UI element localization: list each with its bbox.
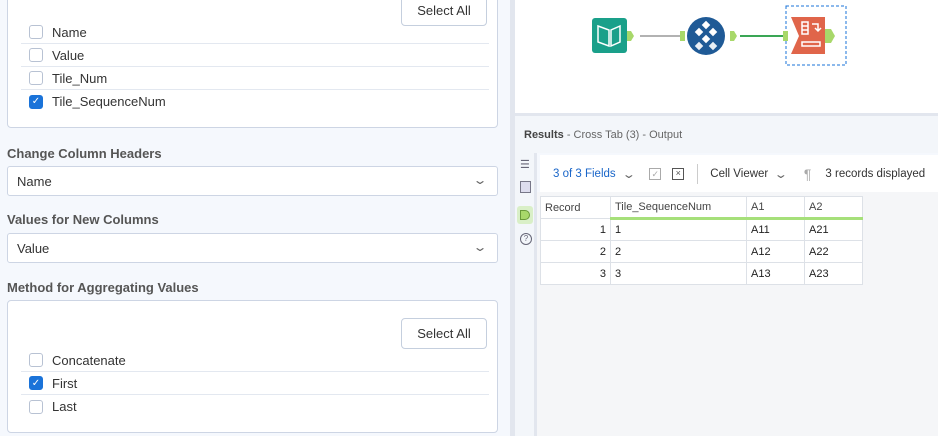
chevron-down-icon: ⌄	[472, 173, 488, 187]
results-sidebar: ☰ ?	[515, 153, 537, 436]
record-number[interactable]: 3	[540, 262, 611, 285]
input-tool-icon[interactable]	[592, 18, 634, 53]
toolbar-divider	[697, 163, 699, 184]
checkbox[interactable]	[29, 353, 43, 367]
results-subtitle: - Cross Tab (3) - Output	[566, 129, 683, 141]
checkbox-list-item[interactable]: ✓ First	[21, 372, 489, 395]
checkbox-label: Tile_SequenceNum	[52, 94, 166, 109]
method-card: Select All Concatenate ✓ First Last	[7, 300, 498, 433]
checkbox[interactable]: ✓	[29, 94, 43, 109]
pilcrow-icon[interactable]: ¶	[804, 166, 812, 182]
table-cell[interactable]: A12	[746, 240, 805, 263]
table-cell[interactable]: A13	[746, 262, 805, 285]
results-toolbar: 3 of 3 Fields ⌄ ✓ × Cell Viewer ⌄ ¶ 3 re…	[540, 155, 938, 192]
configuration-panel: Select All Name Value Tile_Num ✓ Tile_Sequen…	[0, 0, 510, 436]
method-select-all-button[interactable]: Select All	[401, 318, 487, 349]
dropdown-value: Name	[17, 173, 52, 189]
table-cell[interactable]: 2	[610, 240, 747, 263]
results-table: Record Tile_SequenceNum A1 A2 1 1 A11 A21 2 2…	[540, 196, 863, 285]
table-cell[interactable]: A21	[804, 218, 863, 241]
column-header[interactable]: Tile_SequenceNum	[610, 196, 747, 220]
workflow-diagram	[592, 5, 847, 66]
checkbox-list-item[interactable]: Concatenate	[21, 349, 489, 372]
check-icon[interactable]: ✓	[649, 167, 662, 180]
clear-icon[interactable]: ×	[672, 167, 685, 180]
checkbox-list-item[interactable]: Tile_Num	[21, 67, 489, 90]
checkbox-list-item[interactable]: Value	[21, 44, 489, 67]
checkbox[interactable]	[29, 71, 43, 85]
fields-selector[interactable]: 3 of 3 Fields	[553, 168, 616, 180]
cell-viewer-button[interactable]: Cell Viewer	[710, 168, 768, 180]
checkbox-list-item[interactable]: ✓ Tile_SequenceNum	[21, 90, 489, 113]
checkbox-label: Value	[52, 47, 85, 63]
list-icon[interactable]: ☰	[520, 158, 530, 171]
records-count: 3 records displayed	[825, 167, 926, 180]
dropdown-value: Value	[17, 240, 50, 256]
tile-tool-icon[interactable]	[680, 17, 737, 55]
method-label: Method for Aggregating Values	[7, 280, 199, 295]
table-cell[interactable]: A22	[804, 240, 863, 263]
table-row: 1 1 A11 A21	[540, 218, 863, 241]
chevron-down-icon[interactable]: ⌄	[774, 167, 788, 181]
table-cell[interactable]: 3	[610, 262, 747, 285]
change-headers-dropdown[interactable]: Name ⌄	[7, 166, 498, 196]
checkbox-label: Concatenate	[52, 352, 126, 368]
message-icon[interactable]	[520, 181, 531, 193]
values-new-columns-dropdown[interactable]: Value ⌄	[7, 233, 498, 263]
record-number[interactable]: 1	[540, 218, 611, 241]
record-number[interactable]: 2	[540, 240, 611, 263]
checkbox-label: Name	[52, 24, 87, 40]
help-icon[interactable]: ?	[520, 233, 532, 245]
chevron-down-icon: ⌄	[472, 240, 488, 254]
table-cell[interactable]: 1	[610, 218, 747, 241]
results-title: Results	[524, 129, 564, 141]
cross-tab-tool-icon[interactable]	[783, 5, 847, 66]
column-header[interactable]: Record	[540, 196, 611, 219]
table-cell[interactable]: A23	[804, 262, 863, 285]
values-new-columns-label: Values for New Columns	[7, 212, 159, 227]
group-by-fields-card: Select All Name Value Tile_Num ✓ Tile_Sequen…	[7, 0, 498, 128]
output-anchor-icon[interactable]	[517, 206, 533, 224]
table-row: 2 2 A12 A22	[540, 240, 863, 263]
checkbox[interactable]	[29, 25, 43, 39]
checkbox[interactable]	[29, 48, 43, 62]
checkbox-list-item[interactable]: Last	[21, 395, 489, 418]
column-header[interactable]: A1	[746, 196, 805, 220]
chevron-down-icon[interactable]: ⌄	[621, 167, 635, 181]
checkbox-label: First	[52, 375, 78, 391]
table-cell[interactable]: A11	[746, 218, 805, 241]
column-header[interactable]: A2	[804, 196, 863, 220]
results-header: Results - Cross Tab (3) - Output	[515, 113, 938, 153]
workflow-canvas[interactable]	[515, 0, 938, 113]
checkbox-list-item[interactable]: Name	[21, 21, 489, 44]
table-header-row: Record Tile_SequenceNum A1 A2	[540, 196, 863, 220]
checkbox[interactable]: ✓	[29, 376, 43, 390]
change-headers-label: Change Column Headers	[7, 146, 162, 161]
checkbox[interactable]	[29, 399, 43, 414]
table-row: 3 3 A13 A23	[540, 262, 863, 285]
checkbox-label: Last	[52, 399, 77, 414]
checkbox-label: Tile_Num	[52, 70, 108, 86]
